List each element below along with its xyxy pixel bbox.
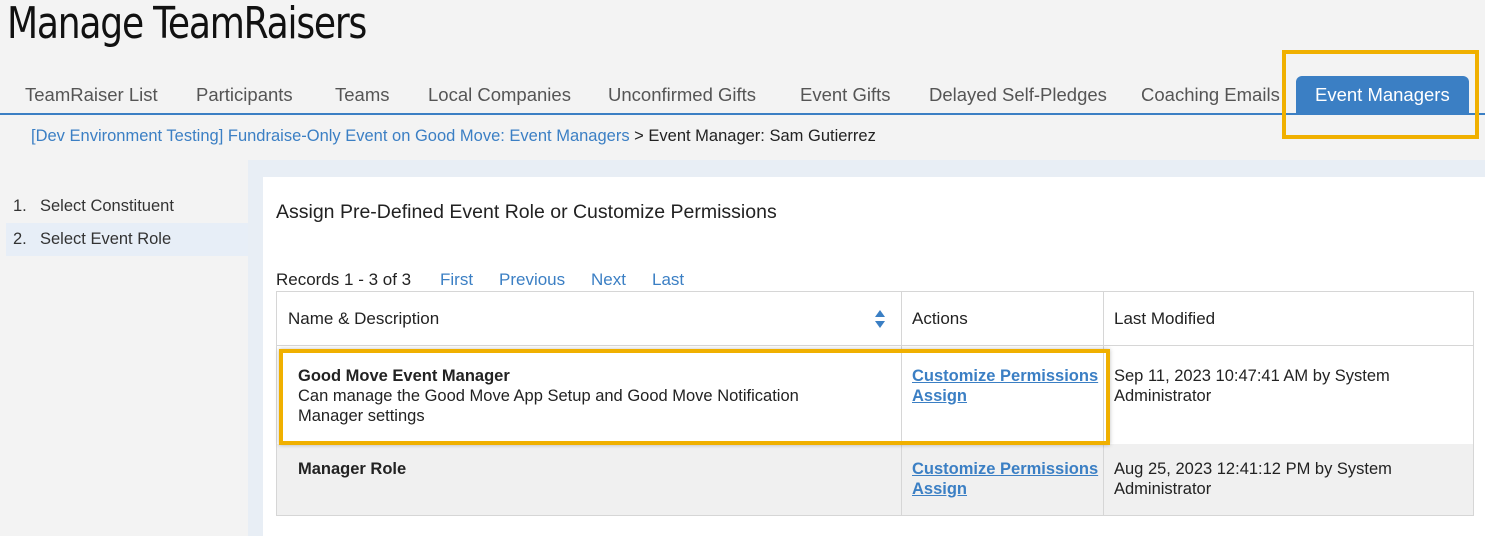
pager-first-link[interactable]: First — [440, 270, 473, 290]
column-header-name[interactable]: Name & Description — [277, 292, 901, 345]
header-divider — [277, 345, 1473, 346]
tab-delayed-self-pledges[interactable]: Delayed Self-Pledges — [929, 77, 1107, 113]
pager-previous-link[interactable]: Previous — [499, 270, 565, 290]
highlight-box-tab — [1282, 50, 1479, 139]
role-name: Manager Role — [298, 460, 407, 478]
tab-event-gifts[interactable]: Event Gifts — [800, 77, 890, 113]
step-label: Select Event Role — [40, 230, 172, 248]
tab-teamraiser-list[interactable]: TeamRaiser List — [25, 77, 158, 113]
step-label: Select Constituent — [40, 197, 174, 215]
page-title: Manage TeamRaisers — [7, 0, 367, 49]
step-number: 1. — [13, 197, 27, 215]
wizard-steps: 1. Select Constituent 2. Select Event Role — [6, 190, 248, 256]
last-modified: Aug 25, 2023 12:41:12 PM by System Admin… — [1114, 460, 1392, 498]
tab-local-companies[interactable]: Local Companies — [428, 77, 571, 113]
column-header-last-modified: Last Modified — [1114, 309, 1216, 328]
row-actions: Customize Permissions Assign — [912, 459, 1102, 499]
sort-icon[interactable] — [874, 309, 886, 329]
tab-bar: TeamRaiser List Participants Teams Local… — [0, 73, 1485, 115]
records-count: Records 1 - 3 of 3 — [276, 270, 412, 289]
highlight-box-row — [279, 349, 1110, 445]
section-title: Assign Pre-Defined Event Role or Customi… — [276, 201, 777, 223]
breadcrumb: [Dev Environment Testing] Fundraise-Only… — [31, 127, 876, 146]
pager-next-link[interactable]: Next — [591, 270, 626, 290]
breadcrumb-current: Event Manager: Sam Gutierrez — [648, 127, 876, 145]
assign-link[interactable]: Assign — [912, 479, 1102, 499]
customize-permissions-link[interactable]: Customize Permissions — [912, 459, 1102, 479]
breadcrumb-separator: > — [634, 127, 644, 145]
step-number: 2. — [13, 230, 27, 248]
table-row: Manager Role — [298, 459, 858, 479]
tab-teams[interactable]: Teams — [335, 77, 390, 113]
step-select-event-role[interactable]: 2. Select Event Role — [6, 223, 248, 256]
step-select-constituent[interactable]: 1. Select Constituent — [6, 190, 248, 223]
tab-participants[interactable]: Participants — [196, 77, 293, 113]
tab-coaching-emails[interactable]: Coaching Emails — [1141, 77, 1280, 113]
tab-unconfirmed-gifts[interactable]: Unconfirmed Gifts — [608, 77, 756, 113]
last-modified: Sep 11, 2023 10:47:41 AM by System Admin… — [1114, 367, 1390, 405]
breadcrumb-link[interactable]: [Dev Environment Testing] Fundraise-Only… — [31, 127, 630, 145]
column-header-actions: Actions — [912, 309, 968, 328]
pager-last-link[interactable]: Last — [652, 270, 684, 290]
pager: Records 1 - 3 of 3 First Previous Next L… — [276, 270, 684, 290]
